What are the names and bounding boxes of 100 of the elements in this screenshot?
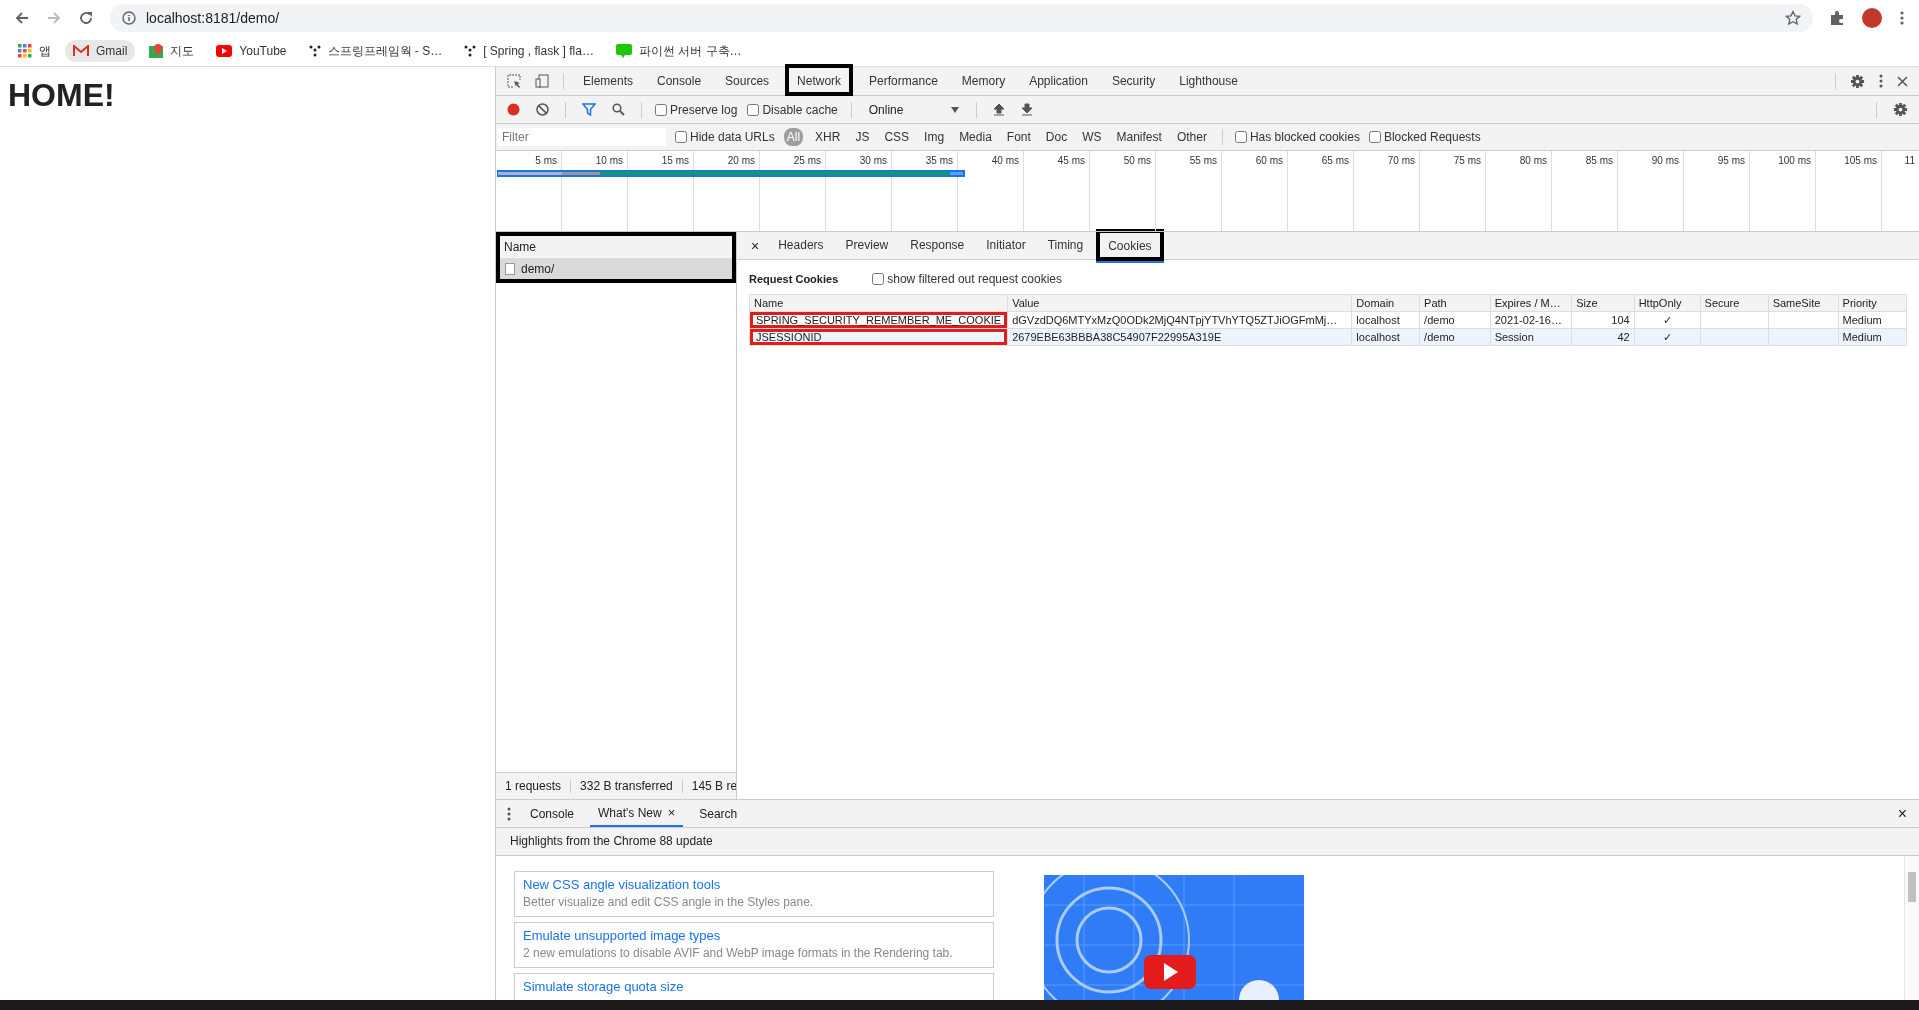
devtools-tab[interactable]: Performance	[861, 67, 946, 95]
close-button[interactable]: ×	[1893, 804, 1911, 823]
envelope-icon	[73, 45, 89, 57]
tab-close-button[interactable]: ×	[667, 805, 676, 820]
checkbox[interactable]	[747, 103, 760, 116]
bookmark[interactable]: 앱	[10, 38, 59, 64]
settings-icon[interactable]	[1893, 102, 1908, 117]
feature-link[interactable]: Emulate unsupported image types	[523, 928, 985, 943]
column-header[interactable]: Name	[749, 294, 1008, 312]
devtools-tab[interactable]: Security	[1103, 67, 1164, 95]
checkbox[interactable]	[872, 273, 885, 285]
throttle-dropdown[interactable]: Online	[864, 102, 964, 117]
info-icon[interactable]	[122, 11, 136, 25]
type-filter[interactable]: Img	[921, 128, 948, 146]
devtools-tab[interactable]: Elements	[575, 67, 642, 95]
column-header[interactable]: Secure	[1700, 294, 1769, 312]
feature-link[interactable]: Simulate storage quota size	[523, 979, 985, 994]
checkbox-label[interactable]: Preserve log	[670, 102, 738, 117]
checkbox[interactable]	[655, 103, 667, 116]
puzzle-icon[interactable]	[1829, 10, 1845, 26]
headline-text: Highlights from the Chrome 88 update	[496, 828, 1919, 856]
details-tab[interactable]: Timing	[1038, 232, 1093, 259]
reload-icon[interactable]	[78, 10, 94, 26]
details-tab[interactable]: Initiator	[977, 232, 1035, 259]
type-filter[interactable]: JS	[852, 128, 873, 146]
type-filter[interactable]: WS	[1079, 128, 1105, 146]
table-cell: localhost	[1351, 311, 1420, 329]
details-tab[interactable]: Headers	[769, 232, 833, 259]
bookmark[interactable]: Gmail	[65, 40, 136, 62]
type-filter[interactable]: Media	[956, 128, 995, 146]
table-cell: ✓	[1634, 328, 1701, 346]
inspect-icon[interactable]	[507, 74, 521, 88]
scrollbar[interactable]	[1904, 856, 1919, 1000]
feature-card[interactable]: New CSS angle visualization tools Better visualize and edit CSS angle in the Styles pane.	[514, 871, 994, 917]
checkbox-label[interactable]: Has blocked cookies	[1249, 130, 1360, 144]
clear-icon[interactable]	[536, 103, 549, 116]
feature-link[interactable]: New CSS angle visualization tools	[523, 877, 985, 892]
details-tab[interactable]: Cookies	[1096, 228, 1164, 263]
devtools-tab[interactable]: Application	[1021, 67, 1096, 95]
devtools-tab[interactable]: Lighthouse	[1171, 67, 1246, 95]
devtools-tab[interactable]: Memory	[953, 67, 1014, 95]
bookmark[interactable]: 지도	[141, 38, 203, 64]
menu-icon[interactable]	[1899, 10, 1905, 26]
map-pin-icon	[149, 44, 164, 58]
back-icon[interactable]	[14, 10, 30, 26]
column-header[interactable]: Path	[1419, 294, 1491, 312]
checkbox-label[interactable]: Hide data URLs	[690, 130, 775, 144]
request-row[interactable]: demo/	[500, 259, 732, 279]
type-filter[interactable]: XHR	[812, 128, 844, 146]
bookmark[interactable]: [ Spring , flask ] fla…	[456, 40, 602, 62]
download-icon[interactable]	[1021, 103, 1034, 116]
column-header[interactable]: Value	[1007, 294, 1352, 312]
bookmark[interactable]: 파이썬 서버 구축…	[607, 38, 750, 64]
filter-field[interactable]: Filter	[498, 128, 666, 146]
checkbox[interactable]	[1368, 131, 1381, 143]
record-icon[interactable]	[507, 103, 520, 116]
details-tab[interactable]: Preview	[836, 232, 898, 259]
upload-icon[interactable]	[993, 103, 1006, 116]
address-bar[interactable]: localhost:8181/demo/	[110, 4, 1813, 32]
type-filter[interactable]: CSS	[881, 128, 913, 146]
checkbox[interactable]	[675, 131, 687, 143]
more-icon[interactable]	[507, 806, 511, 821]
details-tab[interactable]: Response	[901, 232, 974, 259]
bookmark[interactable]: 스프링프레임웍 - S…	[300, 38, 451, 64]
checkbox-label[interactable]: Blocked Requests	[1383, 130, 1481, 144]
close-icon[interactable]	[1897, 75, 1908, 87]
column-header[interactable]: Name	[500, 236, 732, 259]
column-header[interactable]: Expires / M…	[1490, 294, 1572, 312]
search-icon[interactable]	[612, 103, 625, 116]
star-icon[interactable]	[1785, 10, 1801, 26]
time-tick-label: 15 ms	[661, 155, 689, 166]
time-tick-label: 60 ms	[1255, 155, 1283, 166]
more-icon[interactable]	[1879, 74, 1883, 88]
type-filter[interactable]: Font	[1003, 128, 1034, 146]
column-header[interactable]: HttpOnly	[1634, 294, 1701, 312]
column-header[interactable]: SameSite	[1768, 294, 1839, 312]
drawer-tab[interactable]: Console	[522, 800, 583, 827]
time-tick-label: 100 ms	[1778, 155, 1811, 166]
checkbox-label[interactable]: Disable cache	[762, 102, 838, 117]
checkbox-label[interactable]: show filtered out request cookies	[887, 272, 1062, 286]
devtools-tab[interactable]: Console	[649, 67, 710, 95]
settings-icon[interactable]	[1850, 73, 1865, 89]
column-header[interactable]: Domain	[1351, 294, 1420, 312]
feature-description: 2 new emulations to disable AVIF and WebP image formats in the Rendering tab.	[523, 946, 954, 960]
drawer-tab[interactable]: Search	[691, 800, 746, 827]
avatar-icon[interactable]	[1861, 7, 1883, 29]
feature-card[interactable]: Emulate unsupported image types 2 new emulations to disable AVIF and WebP image formats in the Rendering tab.	[514, 922, 994, 968]
device-icon[interactable]	[535, 74, 549, 88]
type-filter[interactable]: Other	[1173, 128, 1210, 146]
filter-icon[interactable]	[582, 103, 596, 116]
devtools-tab[interactable]: Network	[785, 64, 854, 98]
bookmark[interactable]: YouTube	[208, 40, 295, 62]
devtools-tab[interactable]: Sources	[717, 67, 778, 95]
time-tick-label: 30 ms	[859, 155, 887, 166]
close-button[interactable]: ×	[745, 237, 766, 254]
type-filter[interactable]: Manifest	[1113, 128, 1165, 146]
column-header[interactable]: Priority	[1838, 294, 1907, 312]
column-header[interactable]: Size	[1571, 294, 1635, 312]
checkbox[interactable]	[1234, 131, 1247, 143]
type-filter[interactable]: Doc	[1042, 128, 1071, 146]
